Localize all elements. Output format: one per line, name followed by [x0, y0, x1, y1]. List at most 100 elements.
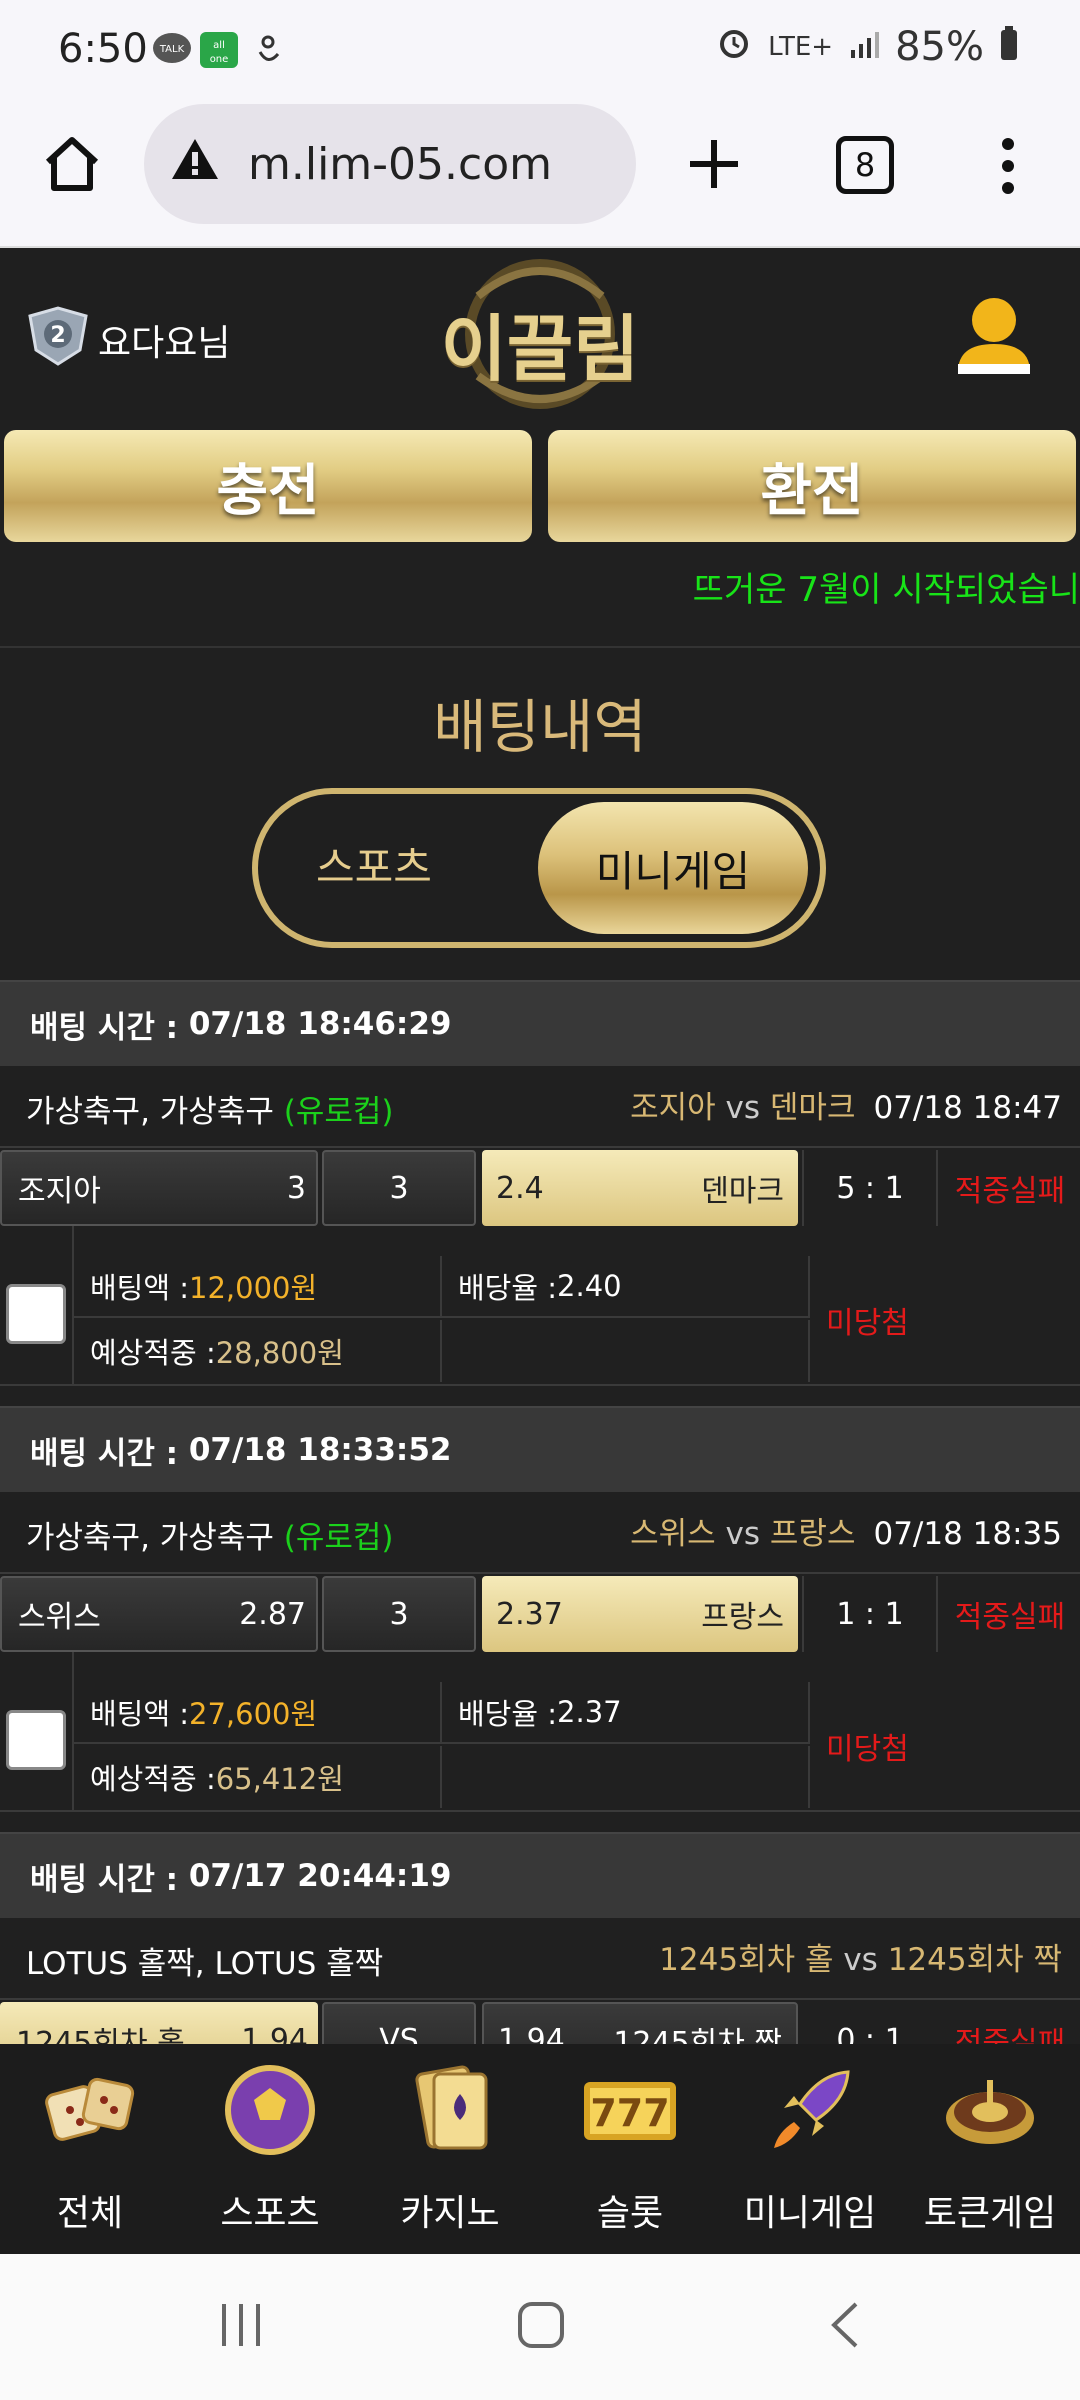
result-status: 적중실패	[954, 1600, 1066, 1635]
dice-icon	[45, 2077, 135, 2141]
bet-odds: 배당율 :2.37	[442, 1682, 810, 1744]
bet-time: 07/18 18:46:29	[188, 1006, 452, 1042]
nav-minigame[interactable]: 미니게임	[720, 2044, 900, 2254]
match-info: 조지아 vs 덴마크 07/18 18:47	[630, 1090, 1062, 1126]
nav-token-game[interactable]: 토큰게임	[900, 2044, 1080, 2254]
alarm-icon	[716, 24, 752, 70]
svg-text:one: one	[210, 54, 229, 65]
system-nav-bar	[0, 2254, 1080, 2400]
nav-label: 스포츠	[220, 2193, 320, 2234]
divider	[0, 646, 1080, 648]
url-bar[interactable]: m.lim-05.com	[144, 104, 636, 224]
match-time: 07/18 18:35	[873, 1516, 1062, 1552]
score: 5 : 1	[802, 1150, 938, 1226]
svg-text:777: 777	[590, 2091, 669, 2135]
league-name: 가상축구, 가상축구 (유로컵)	[26, 1094, 394, 1130]
bet-summary: 배팅액 :27,600원 배당율 :2.37 예상적중 :65,412원 미당첨	[0, 1652, 1080, 1812]
status-bar: 6:50 TALK all one LTE+ 85%	[0, 0, 1080, 100]
away-pick-selected[interactable]: 2.37 프랑스	[482, 1576, 798, 1652]
nav-casino[interactable]: 카지노	[360, 2044, 540, 2254]
tab-minigame[interactable]: 미니게임	[538, 802, 808, 934]
match-time: 07/18 18:47	[873, 1090, 1062, 1126]
nav-slot[interactable]: 777 슬롯	[540, 2044, 720, 2254]
league-name: LOTUS 홀짝, LOTUS 홀짝	[26, 1946, 384, 1982]
talk-icon: TALK	[152, 30, 192, 70]
draw-pick[interactable]: 3	[322, 1150, 476, 1226]
tab-sports[interactable]: 스포츠	[316, 834, 432, 895]
match-info: 스위스 vs 프랑스 07/18 18:35	[630, 1516, 1062, 1552]
rocket-icon	[774, 2070, 850, 2148]
game-info: 가상축구, 가상축구 (유로컵) 조지아 vs 덴마크 07/18 18:47	[0, 1066, 1080, 1146]
battery-icon	[1000, 24, 1018, 70]
nav-label: 슬롯	[596, 2193, 664, 2234]
signal-icon	[849, 24, 880, 70]
url-text: m.lim-05.com	[248, 138, 552, 190]
recent-apps-icon[interactable]	[216, 2300, 266, 2354]
win-status: 미당첨	[826, 1732, 909, 1767]
pick-row: 스위스 2.87 3 2.37 프랑스 1 : 1 적중실패	[0, 1572, 1080, 1656]
logo-text: 이끌림	[440, 307, 640, 391]
bet-amount: 배팅액 :27,600원	[74, 1682, 442, 1744]
exchange-button[interactable]: 환전	[548, 430, 1076, 542]
away-pick-selected[interactable]: 2.4 덴마크	[482, 1150, 798, 1226]
site-logo[interactable]: 이끌림	[438, 256, 642, 412]
battery-percent: 85%	[895, 24, 984, 70]
status-time: 6:50	[58, 26, 148, 72]
tab-switcher-button[interactable]: 8	[836, 136, 894, 194]
all-one-icon: all one	[200, 30, 240, 70]
roulette-icon	[946, 2080, 1034, 2144]
status-right: LTE+ 85%	[716, 24, 1018, 70]
charge-button[interactable]: 충전	[4, 430, 532, 542]
nav-label: 전체	[56, 2193, 124, 2234]
game-info: LOTUS 홀짝, LOTUS 홀짝 1245회차 홀 vs 1245회차 짝	[0, 1918, 1080, 1998]
empty-cell	[442, 1320, 810, 1382]
expected-win: 예상적중 :65,412원	[74, 1746, 442, 1808]
nav-label: 토큰게임	[923, 2193, 1057, 2234]
notice-ticker: 뜨거운 7월이 시작되었습니	[692, 570, 1080, 610]
score: 1 : 1	[802, 1576, 938, 1652]
result-status: 적중실패	[954, 1174, 1066, 1209]
win-status: 미당첨	[826, 1306, 909, 1341]
league-name: 가상축구, 가상축구 (유로컵)	[26, 1520, 394, 1556]
nav-all[interactable]: 전체	[0, 2044, 180, 2254]
slot-777-icon: 777	[584, 2082, 676, 2140]
username: 요다요님	[98, 323, 231, 364]
site-header: 2 요다요님 이끌림	[0, 250, 1080, 420]
nav-label: 카지노	[400, 2193, 500, 2234]
bet-header: 배팅 시간 : 07/18 18:46:29	[0, 980, 1080, 1066]
tab-count: 8	[854, 146, 876, 184]
more-menu-icon[interactable]	[996, 136, 1020, 200]
soccer-ball-icon	[225, 2065, 315, 2155]
bottom-nav: 전체 스포츠 카지노 777 슬롯 미니게임 토큰게임	[0, 2044, 1080, 2254]
warning-icon	[170, 136, 220, 193]
bet-checkbox[interactable]	[6, 1710, 66, 1770]
bet-checkbox[interactable]	[6, 1284, 66, 1344]
accessibility-icon	[250, 32, 286, 72]
home-nav-icon[interactable]	[516, 2300, 566, 2354]
back-nav-icon[interactable]	[826, 2300, 866, 2354]
svg-text:2: 2	[50, 323, 65, 348]
home-icon[interactable]	[40, 132, 104, 200]
bet-time-label: 배팅 시간 :	[30, 1009, 179, 1046]
bet-detail-grid: 배팅액 :27,600원 배당율 :2.37 예상적중 :65,412원	[72, 1652, 810, 1812]
bet-header: 배팅 시간 : 07/17 20:44:19	[0, 1832, 1080, 1918]
match-info: 1245회차 홀 vs 1245회차 짝	[659, 1942, 1062, 1978]
cards-icon	[415, 2065, 488, 2150]
game-info: 가상축구, 가상축구 (유로컵) 스위스 vs 프랑스 07/18 18:35	[0, 1492, 1080, 1572]
home-pick[interactable]: 스위스 2.87	[0, 1576, 318, 1652]
new-tab-icon[interactable]	[684, 134, 744, 198]
bet-detail-grid: 배팅액 :12,000원 배당율 :2.40 예상적중 :28,800원	[72, 1226, 810, 1386]
nav-label: 미니게임	[743, 2193, 877, 2234]
empty-cell	[442, 1746, 810, 1808]
svg-text:all: all	[213, 40, 225, 51]
svg-text:TALK: TALK	[159, 44, 185, 55]
bet-odds: 배당율 :2.40	[442, 1256, 810, 1318]
browser-toolbar: m.lim-05.com 8	[0, 100, 1080, 248]
draw-pick[interactable]: 3	[322, 1576, 476, 1652]
level-badge-icon: 2	[26, 306, 90, 370]
user-profile-icon[interactable]	[954, 294, 1034, 382]
pick-row: 조지아 3 3 2.4 덴마크 5 : 1 적중실패	[0, 1146, 1080, 1230]
home-pick[interactable]: 조지아 3	[0, 1150, 318, 1226]
nav-sports[interactable]: 스포츠	[180, 2044, 360, 2254]
bet-amount: 배팅액 :12,000원	[74, 1256, 442, 1318]
